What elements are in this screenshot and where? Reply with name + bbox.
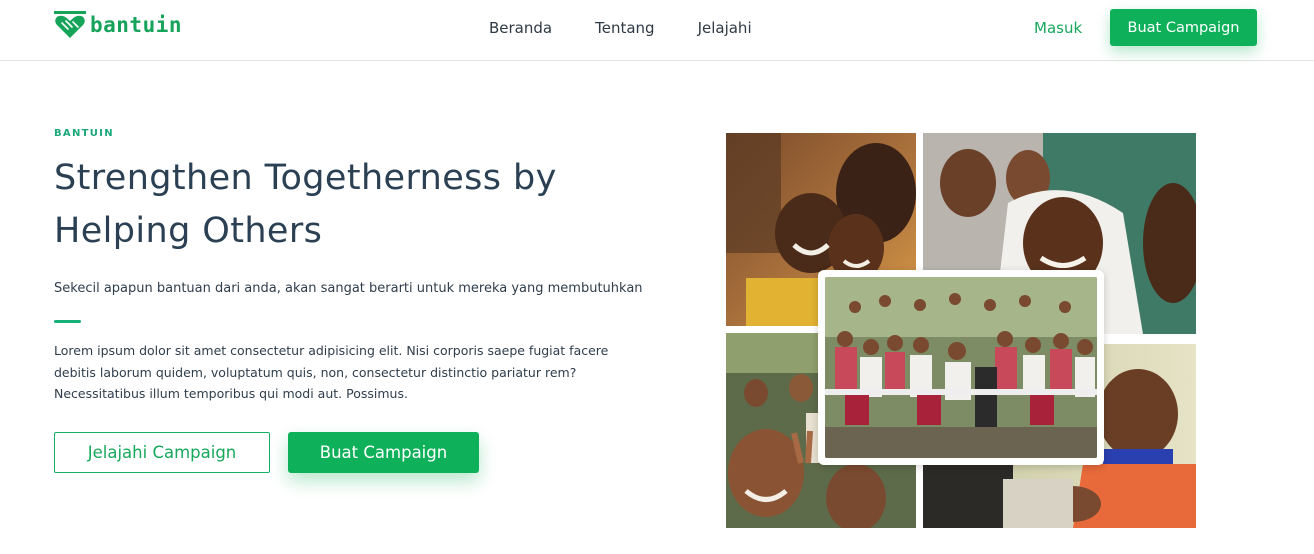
hero-title-line-2: Helping Others: [54, 211, 323, 251]
create-campaign-nav-button[interactable]: Buat Campaign: [1110, 9, 1257, 46]
main-nav: Beranda Tentang Jelajahi: [489, 17, 795, 39]
logo-text: bantuin: [90, 13, 183, 37]
accent-divider: [54, 320, 81, 323]
logo[interactable]: bantuin: [54, 10, 182, 40]
hero-description-line-1: Lorem ipsum dolor sit amet consectetur a…: [54, 343, 609, 358]
hero-title: Strengthen Togetherness by Helping Other…: [54, 152, 674, 258]
hero-eyebrow: BANTUIN: [54, 128, 114, 139]
school-group-photo-frame: [818, 270, 1104, 465]
hero-description-line-2: debitis laborum quidem, voluptatum quis,…: [54, 364, 577, 380]
hero-tagline: Sekecil apapun bantuan dari anda, akan s…: [54, 281, 643, 296]
nav-link-tentang[interactable]: Tentang: [595, 17, 654, 39]
hero-description: Lorem ipsum dolor sit amet consectetur a…: [54, 340, 644, 405]
hero-description-line-3: Necessitatibus illum temporibus qui modi…: [54, 386, 408, 401]
explore-campaign-button[interactable]: Jelajahi Campaign: [54, 432, 270, 473]
create-campaign-button[interactable]: Buat Campaign: [288, 432, 479, 473]
nav-link-jelajahi[interactable]: Jelajahi: [698, 17, 752, 39]
nav-link-beranda[interactable]: Beranda: [489, 17, 552, 39]
navbar: bantuin Beranda Tentang Jelajahi Masuk B…: [0, 0, 1314, 61]
hero-title-line-1: Strengthen Togetherness by: [54, 158, 557, 198]
heart-hands-icon: [54, 11, 86, 38]
login-link[interactable]: Masuk: [1034, 17, 1082, 39]
school-group-photo: [825, 277, 1097, 458]
